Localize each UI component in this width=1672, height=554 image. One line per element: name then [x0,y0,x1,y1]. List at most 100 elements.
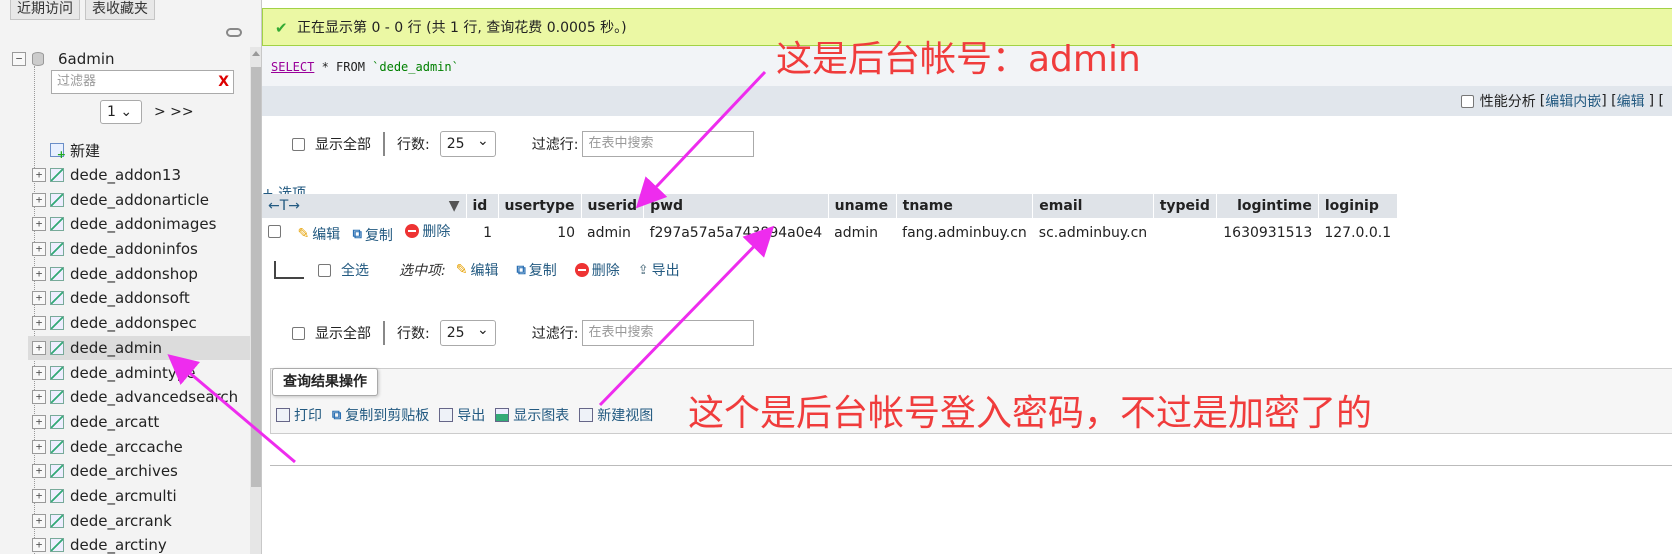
collapse-icon[interactable]: − [12,52,26,66]
filter-rows-input-bottom[interactable]: 在表中搜索 [582,320,755,346]
row-delete-button[interactable]: 删除 [405,221,450,241]
main-panel: ✔ 正在显示第 0 - 0 行 (共 1 行, 查询花费 0.0005 秒。) … [262,0,1672,554]
export-icon: ⇪ [637,262,649,278]
expand-icon[interactable]: + [32,414,46,429]
expand-icon[interactable]: + [32,242,46,257]
expand-icon[interactable]: + [32,464,46,479]
col-pwd[interactable]: pwd [643,194,829,218]
sort-arrows-header[interactable]: ←T→ ▼ [262,194,467,218]
col-logintime[interactable]: logintime [1216,194,1319,218]
sidebar-item-dede_arcatt[interactable]: + dede_arcatt [28,410,250,435]
new-view-label: 新建视图 [597,408,654,424]
new-view-link[interactable]: 新建视图 [579,405,653,425]
cell-id[interactable]: 1 [466,218,498,248]
sort-arrows-icon[interactable]: ←T→ [268,198,300,214]
cell-usertype[interactable]: 10 [498,218,581,248]
expand-icon[interactable]: + [32,217,46,232]
expand-icon[interactable]: + [32,488,46,503]
sidebar-item-dede_admin[interactable]: + dede_admin [28,335,250,361]
col-id[interactable]: id [466,194,499,218]
sidebar-item-dede_arccache[interactable]: + dede_arccache [28,434,250,459]
select-all-checkbox[interactable] [318,263,331,277]
sidebar-item-dede_addonarticle[interactable]: + dede_addonarticle [28,187,250,212]
expand-icon[interactable]: + [32,168,46,183]
expand-icon[interactable]: + [32,340,46,355]
cell-logintime[interactable]: 1630931513 [1216,218,1318,248]
expand-icon[interactable]: + [32,291,46,306]
cell-pwd[interactable]: f297a57a5a743894a0e4 [644,218,829,248]
expand-icon[interactable]: + [32,538,46,553]
sidebar-item-dede_arctiny[interactable]: + dede_arctiny [28,533,250,554]
show-all-checkbox-bottom[interactable] [292,326,305,340]
edit-inline-link[interactable]: 编辑内嵌 [1545,91,1601,111]
cell-typeid[interactable] [1153,218,1216,248]
sidebar-item-dede_arcrank[interactable]: + dede_arcrank [28,508,250,533]
nav-controls-bottom: 显示全部 行数: 25 过滤行: 在表中搜索 [292,318,755,346]
db-name[interactable]: 6admin [58,50,115,68]
bulk-export-button[interactable]: ⇪ 导出 [638,260,680,280]
bulk-copy-button[interactable]: ⧉ 复制 [516,260,556,280]
row-copy-button[interactable]: ⧉ 复制 [353,225,393,245]
sidebar-item-dede_addonshop[interactable]: + dede_addonshop [28,261,250,286]
cell-loginip[interactable]: 127.0.0.1 [1318,218,1397,248]
sort-dropdown-icon[interactable]: ▼ [449,198,460,214]
show-all-checkbox[interactable] [292,137,305,151]
cell-userid[interactable]: admin [581,218,644,248]
scroll-up-icon[interactable] [252,51,260,56]
rows-select[interactable]: 25 [439,129,496,157]
edit-query-link[interactable]: 编辑 [1617,91,1645,111]
db-node[interactable]: − 6admin [12,48,115,70]
sidebar-item-dede_addonimages[interactable]: + dede_addonimages [28,212,250,237]
profiling-checkbox[interactable] [1460,94,1474,108]
sidebar-item-dede_addonsoft[interactable]: + dede_addonsoft [28,286,250,311]
select-all-link[interactable]: 全选 [341,260,369,280]
favorites-tab[interactable]: 表收藏夹 [85,0,155,20]
sidebar-item-dede_addoninfos[interactable]: + dede_addoninfos [28,237,250,262]
sidebar-item-dede_addon13[interactable]: + dede_addon13 [28,163,250,188]
col-loginip[interactable]: loginip [1318,194,1398,218]
cell-uname[interactable]: admin [828,218,896,248]
sidebar-item-dede_arcmulti[interactable]: + dede_arcmulti [28,484,250,509]
sidebar-item-dede_admintype[interactable]: + dede_admintype [28,360,250,385]
rows-select-bottom[interactable]: 25 [439,318,496,346]
cell-tname[interactable]: fang.adminbuy.cn [896,218,1033,248]
export-link[interactable]: 导出 [439,405,485,425]
sidebar-item-dede_archives[interactable]: + dede_archives [28,459,250,484]
nav-scrollbar[interactable] [250,47,261,554]
sql-keyword[interactable]: SELECT [271,60,314,74]
clear-filter-icon[interactable]: X [218,71,229,93]
print-link[interactable]: 打印 [276,405,322,425]
recent-tab[interactable]: 近期访问 [10,0,80,20]
link-icon[interactable] [226,28,242,37]
bulk-delete-button[interactable]: 删除 [574,260,620,280]
sidebar-item-dede_advancedsearch[interactable]: + dede_advancedsearch [28,385,250,410]
next-page-button[interactable]: > >> [154,104,194,120]
expand-icon[interactable]: + [32,439,46,454]
sidebar-item-label: dede_addonsoft [70,289,190,308]
col-typeid[interactable]: typeid [1153,194,1217,218]
table-list: 新建 + dede_addon13 + dede_addonarticle + dede_… [28,138,250,554]
scroll-thumb[interactable] [251,67,261,487]
expand-icon[interactable]: + [32,192,46,207]
expand-icon[interactable]: + [32,266,46,281]
col-uname[interactable]: uname [828,194,897,218]
filter-rows-input[interactable]: 在表中搜索 [582,131,755,157]
col-tname[interactable]: tname [896,194,1034,218]
page-select[interactable]: 1 ⌄ [100,100,142,124]
expand-icon[interactable]: + [32,365,46,380]
copy-clipboard-link[interactable]: ⧉ 复制到剪贴板 [332,405,429,425]
expand-icon[interactable]: + [32,316,46,331]
chart-link[interactable]: 显示图表 [495,405,569,425]
row-edit-button[interactable]: ✎ 编辑 [297,224,340,244]
nav-filter-input[interactable]: 过滤器 X [51,70,234,94]
new-table-item[interactable]: 新建 [28,138,250,163]
col-email[interactable]: email [1032,194,1154,218]
cell-email[interactable]: sc.adminbuy.cn [1033,218,1153,248]
col-userid[interactable]: userid [581,194,645,218]
sidebar-item-dede_addonspec[interactable]: + dede_addonspec [28,311,250,336]
col-usertype[interactable]: usertype [498,194,582,218]
row-checkbox[interactable] [268,225,281,239]
bulk-edit-button[interactable]: ✎ 编辑 [456,260,499,280]
expand-icon[interactable]: + [32,390,46,405]
expand-icon[interactable]: + [32,513,46,528]
